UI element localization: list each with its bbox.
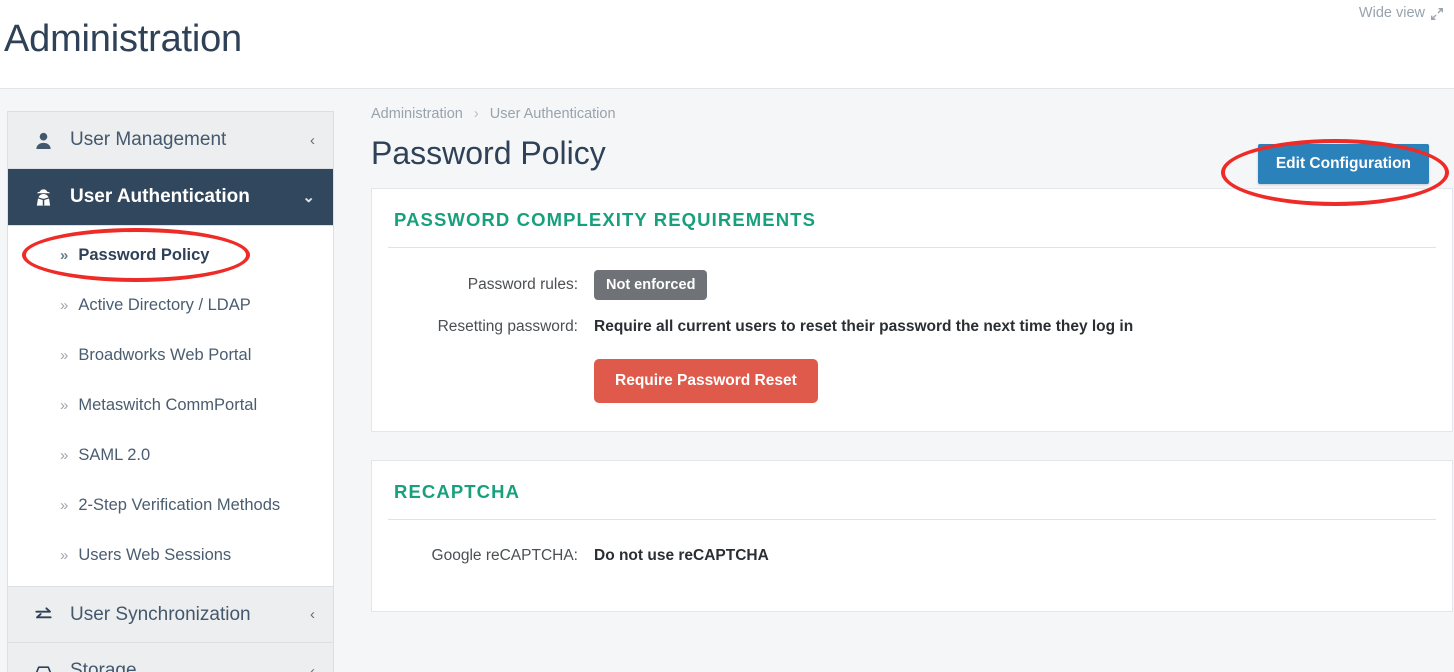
sidebar-item-label: Broadworks Web Portal — [78, 345, 252, 364]
sidebar-item-metaswitch-commportal[interactable]: » Metaswitch CommPortal — [8, 380, 333, 430]
sidebar-item-users-web-sessions[interactable]: » Users Web Sessions — [8, 530, 333, 580]
double-chevron-right-icon: » — [60, 496, 69, 514]
chevron-left-icon: ‹ — [310, 131, 315, 149]
section-heading: PASSWORD COMPLEXITY REQUIREMENTS — [394, 209, 817, 230]
field-google-recaptcha: Google reCAPTCHA: Do not use reCAPTCHA — [394, 542, 1430, 570]
field-label: Password rules: — [467, 276, 578, 293]
card-header: PASSWORD COMPLEXITY REQUIREMENTS — [372, 189, 1452, 247]
field-value: Require all current users to reset their… — [594, 318, 1134, 335]
edit-configuration-button[interactable]: Edit Configuration — [1257, 144, 1429, 184]
password-complexity-card: PASSWORD COMPLEXITY REQUIREMENTS Passwor… — [371, 188, 1453, 432]
sidebar-item-label: Active Directory / LDAP — [78, 295, 251, 314]
sidebar-item-2-step-verification-methods[interactable]: » 2-Step Verification Methods — [8, 480, 333, 530]
sidebar-group-label: Storage — [70, 660, 137, 672]
double-chevron-right-icon: » — [60, 296, 69, 314]
double-chevron-right-icon: » — [60, 346, 69, 364]
app-body: User Management ‹ User Authentication ⌄ … — [0, 89, 1454, 672]
double-chevron-right-icon: » — [60, 396, 69, 414]
field-resetting-password: Resetting password: Require all current … — [394, 313, 1430, 341]
main-content: Administration › User Authentication Pas… — [371, 89, 1454, 672]
status-badge: Not enforced — [594, 270, 708, 300]
sidebar-group-user-management[interactable]: User Management ‹ — [8, 112, 333, 169]
field-value: Do not use reCAPTCHA — [594, 547, 769, 564]
sidebar-item-label: Metaswitch CommPortal — [78, 395, 258, 414]
double-chevron-right-icon: » — [60, 246, 69, 264]
sidebar-group-label: User Authentication — [70, 186, 250, 207]
card-body: Google reCAPTCHA: Do not use reCAPTCHA — [372, 520, 1452, 611]
chevron-left-icon: ‹ — [310, 662, 315, 672]
field-label: Google reCAPTCHA: — [431, 547, 578, 564]
card-header: RECAPTCHA — [372, 461, 1452, 519]
sidebar-group-label: User Synchronization — [70, 603, 251, 625]
sidebar-item-label: Password Policy — [78, 245, 210, 264]
expand-diagonal-icon — [1430, 7, 1444, 21]
sidebar-item-label: SAML 2.0 — [78, 445, 151, 464]
breadcrumb-root[interactable]: Administration — [371, 106, 463, 122]
card-body: Password rules: Not enforced Resetting p… — [372, 248, 1452, 431]
sidebar-subitem-list: » Password Policy » Active Directory / L… — [8, 226, 333, 586]
wide-view-toggle[interactable]: Wide view — [1359, 5, 1444, 21]
sidebar-item-active-directory-ldap[interactable]: » Active Directory / LDAP — [8, 280, 333, 330]
sidebar-group-label: User Management — [70, 129, 227, 150]
chevron-down-icon: ⌄ — [302, 189, 315, 206]
require-password-reset-button[interactable]: Require Password Reset — [594, 359, 818, 403]
content-title-row: Password Policy Edit Configuration — [371, 132, 1454, 188]
sidebar-item-saml-2-0[interactable]: » SAML 2.0 — [8, 430, 333, 480]
sidebar-item-label: 2-Step Verification Methods — [78, 495, 281, 514]
sidebar-item-label: Users Web Sessions — [78, 545, 232, 564]
page-title: Administration — [4, 18, 242, 60]
sidebar-group-user-authentication[interactable]: User Authentication ⌄ — [8, 169, 333, 226]
breadcrumb-separator-icon: › — [473, 106, 479, 122]
sidebar-item-password-policy[interactable]: » Password Policy — [8, 230, 333, 280]
exchange-arrows-icon — [34, 605, 58, 624]
action-row: Require Password Reset — [394, 359, 1430, 403]
sidebar: User Management ‹ User Authentication ⌄ … — [7, 111, 334, 672]
double-chevron-right-icon: » — [60, 446, 69, 464]
sidebar-group-user-synchronization[interactable]: User Synchronization ‹ — [8, 586, 333, 643]
top-bar: Administration Wide view — [0, 0, 1454, 89]
field-label: Resetting password: — [437, 318, 578, 335]
sidebar-item-broadworks-web-portal[interactable]: » Broadworks Web Portal — [8, 330, 333, 380]
user-icon — [34, 131, 58, 150]
wide-view-label: Wide view — [1358, 5, 1425, 21]
field-password-rules: Password rules: Not enforced — [394, 270, 1430, 300]
recaptcha-card: RECAPTCHA Google reCAPTCHA: Do not use r… — [371, 460, 1453, 612]
user-secret-icon — [34, 188, 58, 207]
hard-drive-icon — [34, 662, 58, 672]
breadcrumb-current[interactable]: User Authentication — [490, 106, 616, 122]
double-chevron-right-icon: » — [60, 546, 69, 564]
breadcrumb: Administration › User Authentication — [371, 106, 1454, 122]
sidebar-group-storage[interactable]: Storage ‹ — [8, 643, 333, 672]
section-heading: RECAPTCHA — [394, 481, 521, 502]
chevron-left-icon: ‹ — [310, 606, 315, 623]
